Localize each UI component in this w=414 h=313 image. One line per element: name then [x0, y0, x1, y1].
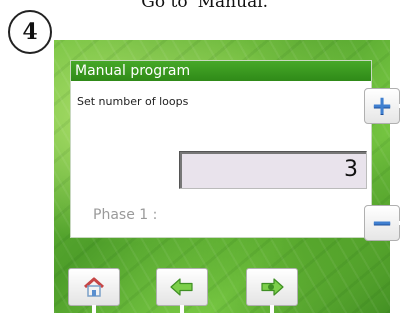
panel-title: Manual program: [71, 61, 371, 81]
button-connector: [399, 221, 405, 225]
home-button[interactable]: [68, 268, 120, 313]
loops-value-field[interactable]: 3: [179, 151, 367, 189]
step-number-badge: 4: [8, 10, 52, 54]
back-button[interactable]: [156, 268, 208, 313]
minus-icon: −: [371, 208, 393, 238]
ok-arrow-icon: [261, 278, 284, 296]
button-connector: [92, 305, 96, 313]
decrement-button[interactable]: −: [364, 205, 405, 241]
phase-label: Phase 1 :: [93, 207, 158, 223]
button-connector: [270, 305, 274, 313]
loops-label: Set number of loops: [77, 95, 189, 108]
arrow-left-icon: [170, 278, 193, 296]
manual-program-panel: Manual program Set number of loops 3 Pha…: [70, 60, 372, 238]
button-connector: [180, 305, 184, 313]
button-connector: [399, 104, 405, 108]
home-icon: [84, 277, 104, 297]
plus-icon: +: [371, 91, 393, 121]
ok-button[interactable]: [246, 268, 298, 313]
increment-button[interactable]: +: [364, 88, 405, 124]
page-caption: Go to 'Manual.': [141, 0, 273, 10]
